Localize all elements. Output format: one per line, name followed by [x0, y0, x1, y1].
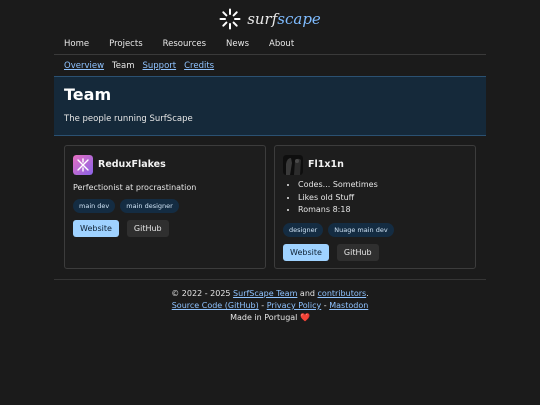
github-button[interactable]: GitHub — [336, 244, 379, 261]
nav-about[interactable]: About — [269, 39, 294, 49]
footer-made-in-line: Made in Portugal ❤️ — [0, 312, 540, 324]
page-title: Team — [64, 85, 112, 104]
subnav-team[interactable]: Team — [112, 61, 134, 71]
list-item: Codes... Sometimes — [298, 179, 378, 192]
button-row: Website GitHub — [73, 220, 169, 237]
member-card-fl1x1n: Fl1x1n Codes... Sometimes Likes old Stuf… — [274, 145, 476, 269]
list-item: Romans 8:18 — [298, 204, 378, 217]
contributors-link[interactable]: contributors — [318, 289, 367, 298]
copyright-text: © 2022 - 2025 — [171, 289, 231, 298]
heart-icon: ❤️ — [299, 313, 310, 322]
site-logo[interactable]: surfscape — [0, 6, 540, 32]
footer-links-line: Source Code (GitHub) - Privacy Policy - … — [171, 301, 369, 310]
nav-home[interactable]: Home — [64, 39, 89, 49]
subnav-support[interactable]: Support — [143, 61, 177, 71]
website-button[interactable]: Website — [283, 244, 329, 261]
sub-nav: Overview Team Support Credits — [54, 56, 486, 76]
website-button[interactable]: Website — [73, 220, 119, 237]
tag-list: main dev main designer — [73, 199, 179, 213]
site-footer: © 2022 - 2025 SurfScape Team and contrib… — [0, 288, 540, 324]
list-item: Likes old Stuff — [298, 192, 378, 205]
nav-projects[interactable]: Projects — [109, 39, 143, 49]
page-subtitle: The people running SurfScape — [64, 114, 193, 124]
button-row: Website GitHub — [283, 244, 379, 261]
subnav-credits[interactable]: Credits — [184, 61, 214, 71]
member-bullet-list: Codes... Sometimes Likes old Stuff Roman… — [283, 179, 378, 217]
tag-badge: main designer — [120, 199, 179, 213]
footer-divider — [54, 279, 486, 280]
nav-news[interactable]: News — [226, 39, 249, 49]
member-name: Fl1x1n — [308, 159, 344, 170]
hero-banner: Team The people running SurfScape — [54, 76, 486, 136]
nav-resources[interactable]: Resources — [163, 39, 206, 49]
tag-badge: main dev — [73, 199, 116, 213]
sparkle-logo-icon — [219, 8, 241, 30]
dark-figure-avatar-icon — [283, 155, 303, 175]
subnav-overview[interactable]: Overview — [64, 61, 104, 71]
tag-badge: designer — [283, 223, 324, 237]
main-nav: Home Projects Resources News About — [54, 33, 486, 55]
team-link[interactable]: SurfScape Team — [233, 289, 297, 298]
github-button[interactable]: GitHub — [126, 220, 169, 237]
footer-copyright-line: © 2022 - 2025 SurfScape Team and contrib… — [171, 289, 369, 298]
site-name: surfscape — [247, 10, 321, 28]
mastodon-link[interactable]: Mastodon — [329, 301, 368, 310]
tag-list: designer Nuage main dev — [283, 223, 394, 237]
tag-badge: Nuage main dev — [328, 223, 394, 237]
member-card-reduxflakes: ReduxFlakes Perfectionist at procrastina… — [64, 145, 266, 269]
snowflake-avatar-icon — [73, 155, 93, 175]
privacy-policy-link[interactable]: Privacy Policy — [267, 301, 322, 310]
member-description: Perfectionist at procrastination — [73, 183, 197, 192]
source-code-link[interactable]: Source Code (GitHub) — [172, 301, 259, 310]
and-text: and — [299, 289, 315, 298]
member-name: ReduxFlakes — [98, 159, 166, 170]
made-in-text: Made in Portugal — [230, 313, 298, 322]
